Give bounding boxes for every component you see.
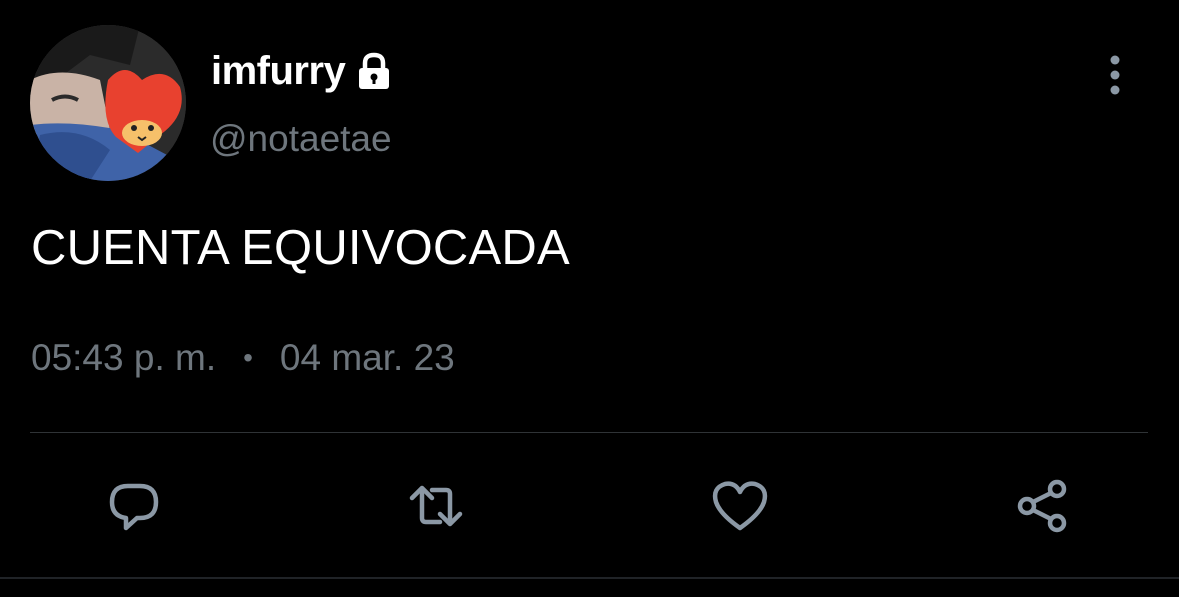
reply-icon: [109, 483, 159, 531]
tweet-text: CUENTA EQUIVOCADA: [31, 221, 570, 275]
tweet-detail: imfurry @notaetae CUENTA EQUIVOCADA 05:4…: [0, 0, 1179, 597]
tweet-timestamp: 05:43 p. m. • 04 mar. 23: [31, 333, 455, 383]
like-button[interactable]: [708, 474, 772, 538]
bottom-divider: [0, 577, 1179, 579]
more-options-icon[interactable]: [1098, 52, 1132, 98]
timestamp-separator: •: [243, 342, 253, 373]
tweet-time: 05:43 p. m.: [31, 337, 217, 378]
retweet-icon: [409, 485, 463, 527]
display-name[interactable]: imfurry: [211, 49, 346, 94]
user-name-row: imfurry: [211, 44, 395, 98]
user-handle[interactable]: @notaetae: [210, 118, 392, 160]
retweet-button[interactable]: [404, 474, 468, 538]
reply-button[interactable]: [102, 474, 166, 538]
tweet-date: 04 mar. 23: [279, 337, 455, 378]
divider: [30, 432, 1148, 433]
share-icon: [1017, 479, 1067, 533]
lock-icon: [353, 50, 395, 92]
share-button[interactable]: [1011, 474, 1075, 538]
heart-icon: [712, 481, 768, 531]
avatar[interactable]: [30, 25, 186, 181]
